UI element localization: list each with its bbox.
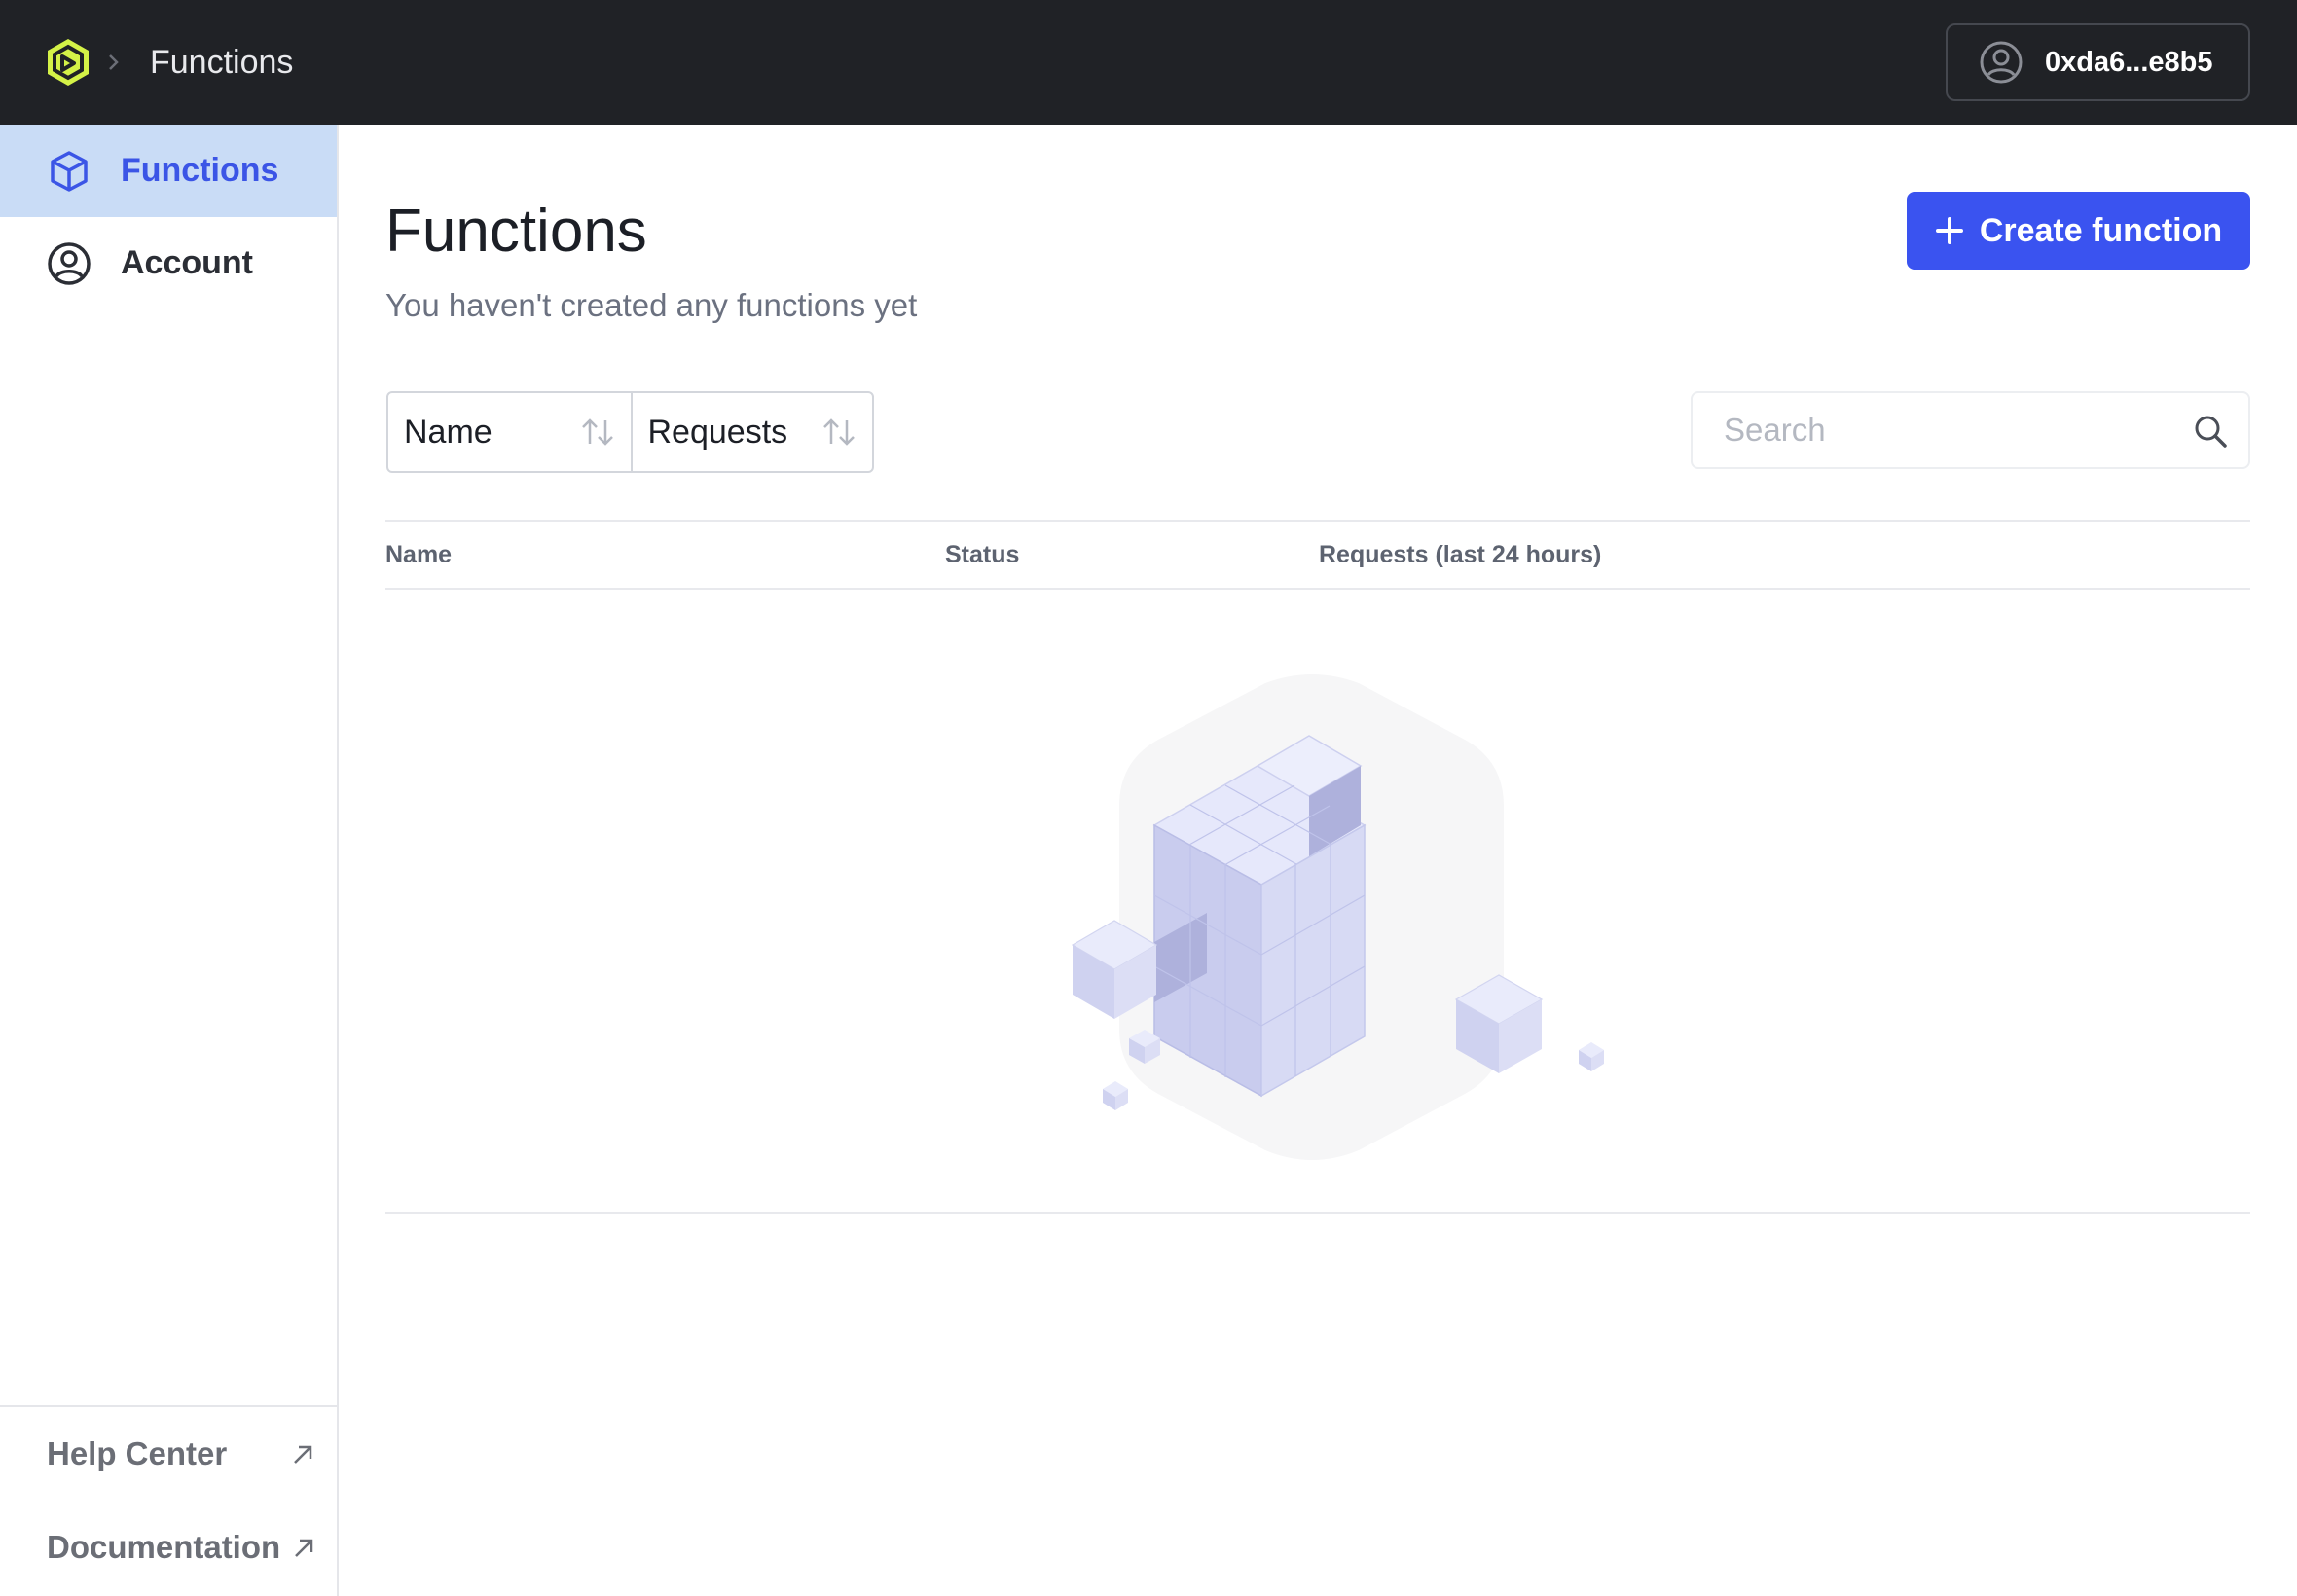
plus-icon [1935, 217, 1963, 244]
help-center-link[interactable]: Help Center [0, 1407, 337, 1501]
app-logo-icon[interactable] [43, 37, 93, 88]
page-subtitle: You haven't created any functions yet [385, 287, 918, 323]
create-function-label: Create function [1979, 211, 2223, 249]
documentation-link[interactable]: Documentation [0, 1501, 337, 1594]
sort-button-group: Name Requests [386, 391, 874, 473]
sidebar: Functions Account Help Center Documentat… [0, 125, 339, 1596]
column-header-name[interactable]: Name [385, 541, 452, 569]
column-header-status[interactable]: Status [945, 541, 1019, 569]
column-header-requests[interactable]: Requests (last 24 hours) [1319, 541, 1601, 569]
sidebar-item-label: Account [121, 244, 253, 281]
sort-label: Requests [647, 413, 788, 451]
account-button[interactable]: 0xda6...e8b5 [1946, 23, 2250, 101]
sidebar-item-label: Functions [121, 152, 279, 189]
sort-arrows-icon [581, 418, 613, 446]
cube-icon [51, 150, 88, 192]
top-bar: Functions 0xda6...e8b5 [0, 0, 2297, 125]
search-input[interactable] [1724, 412, 2171, 449]
create-function-button[interactable]: Create function [1907, 192, 2250, 270]
page-title: Functions [385, 198, 647, 265]
breadcrumb-title: Functions [150, 44, 294, 81]
sort-label: Name [404, 413, 492, 451]
search-icon[interactable] [2192, 413, 2229, 450]
external-arrow-icon [294, 1445, 312, 1464]
table-header: Name Status Requests (last 24 hours) [385, 520, 2250, 590]
help-center-label: Help Center [47, 1435, 228, 1471]
user-circle-icon [1980, 41, 2023, 84]
sidebar-item-account[interactable]: Account [0, 217, 337, 309]
documentation-label: Documentation [47, 1529, 281, 1565]
search-box [1691, 391, 2250, 469]
sort-arrows-icon [823, 418, 855, 446]
sidebar-footer: Help Center Documentation [0, 1405, 337, 1565]
sidebar-item-functions[interactable]: Functions [0, 125, 337, 217]
sort-by-name-button[interactable]: Name [388, 393, 631, 471]
account-address: 0xda6...e8b5 [2045, 46, 2213, 78]
external-arrow-icon [295, 1539, 313, 1557]
user-circle-icon [48, 241, 91, 285]
chevron-right-icon [109, 54, 119, 70]
table-bottom-divider [385, 1212, 2250, 1214]
sort-by-requests-button[interactable]: Requests [630, 393, 873, 471]
empty-state-cubes-illustration [1071, 674, 1604, 1160]
